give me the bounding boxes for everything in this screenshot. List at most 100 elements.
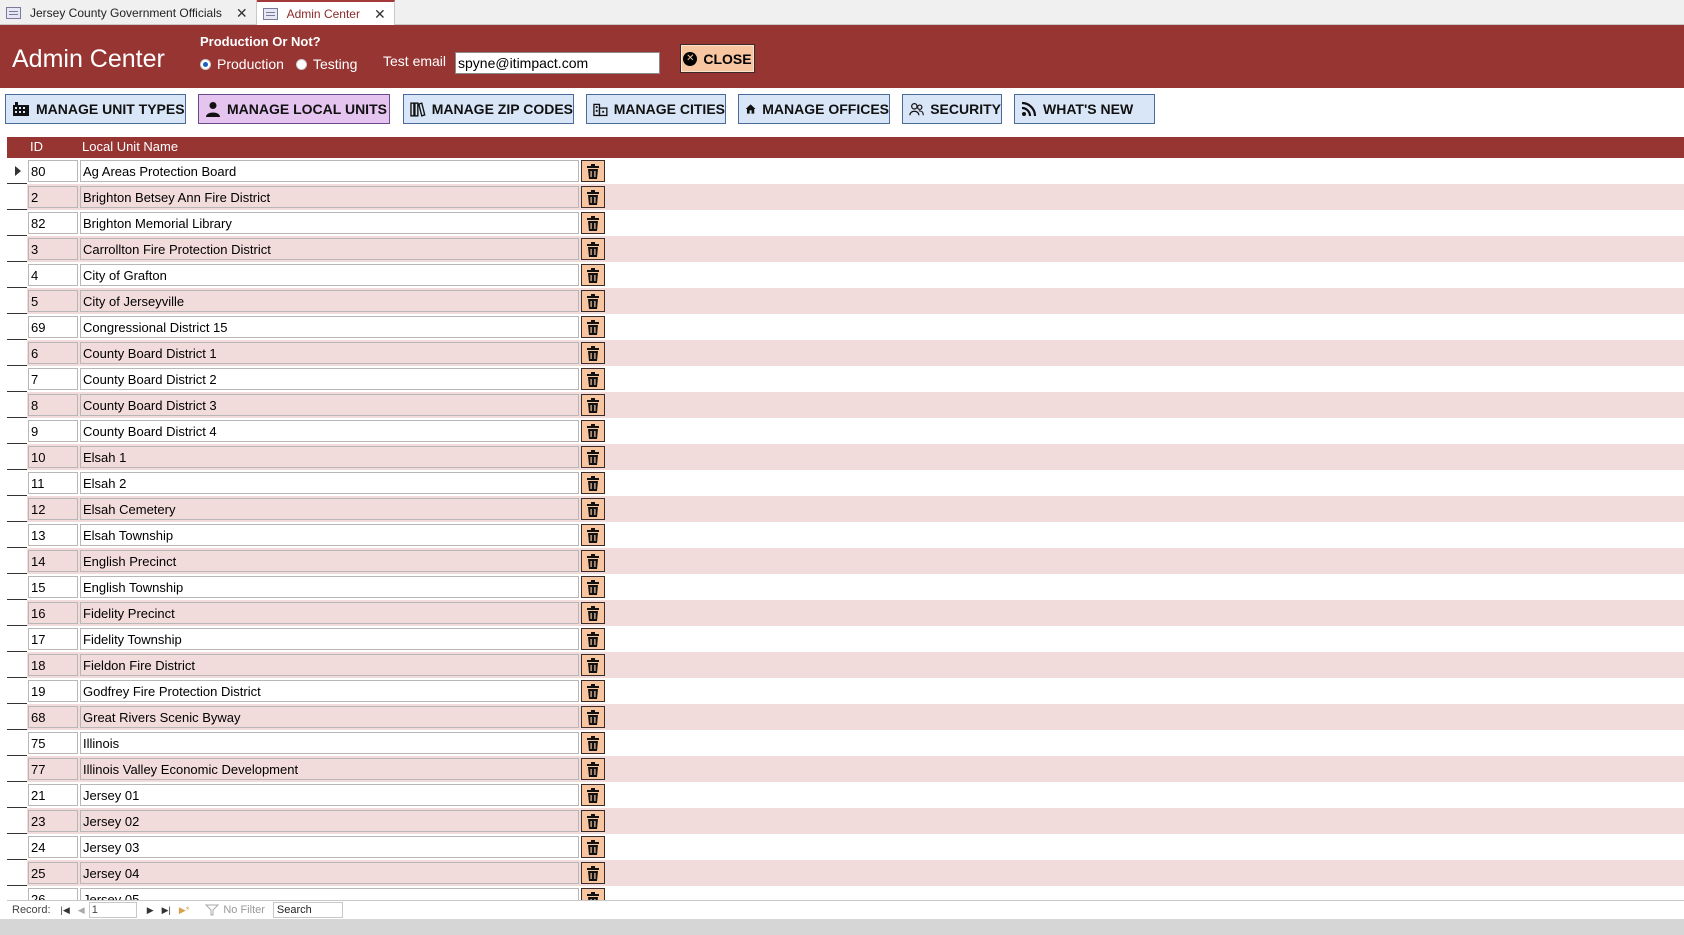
local-unit-name-cell[interactable]: County Board District 4 xyxy=(80,420,579,442)
close-icon[interactable]: ✕ xyxy=(374,7,386,21)
id-cell[interactable]: 24 xyxy=(28,836,78,858)
delete-button[interactable] xyxy=(581,602,605,624)
manage-cities-button[interactable]: MANAGE CITIES xyxy=(586,94,726,124)
id-cell[interactable]: 18 xyxy=(28,654,78,676)
delete-button[interactable] xyxy=(581,160,605,182)
id-cell[interactable]: 75 xyxy=(28,732,78,754)
record-selector[interactable] xyxy=(7,444,27,470)
local-unit-name-cell[interactable]: Ag Areas Protection Board xyxy=(80,160,579,182)
id-cell[interactable]: 6 xyxy=(28,342,78,364)
id-cell[interactable]: 80 xyxy=(28,160,78,182)
local-unit-name-cell[interactable]: Elsah 2 xyxy=(80,472,579,494)
manage-offices-button[interactable]: MANAGE OFFICES xyxy=(738,94,890,124)
local-unit-name-cell[interactable]: Godfrey Fire Protection District xyxy=(80,680,579,702)
id-cell[interactable]: 2 xyxy=(28,186,78,208)
local-unit-name-cell[interactable]: County Board District 3 xyxy=(80,394,579,416)
record-selector[interactable] xyxy=(7,314,27,340)
local-unit-name-cell[interactable]: Illinois xyxy=(80,732,579,754)
delete-button[interactable] xyxy=(581,888,605,900)
id-cell[interactable]: 21 xyxy=(28,784,78,806)
local-unit-name-cell[interactable]: County Board District 2 xyxy=(80,368,579,390)
next-record-icon[interactable]: ▶ xyxy=(147,905,154,916)
search-input[interactable]: Search xyxy=(272,902,343,918)
last-record-icon[interactable]: ▶| xyxy=(162,905,171,916)
tab-admin-center[interactable]: Admin Center ✕ xyxy=(256,0,395,26)
record-selector[interactable] xyxy=(7,288,27,314)
record-selector[interactable] xyxy=(7,236,27,262)
delete-button[interactable] xyxy=(581,784,605,806)
radio-production[interactable]: Production xyxy=(200,56,284,72)
delete-button[interactable] xyxy=(581,706,605,728)
delete-button[interactable] xyxy=(581,810,605,832)
id-cell[interactable]: 77 xyxy=(28,758,78,780)
id-cell[interactable]: 3 xyxy=(28,238,78,260)
id-cell[interactable]: 13 xyxy=(28,524,78,546)
record-selector[interactable] xyxy=(7,158,27,184)
local-unit-name-cell[interactable]: City of Jerseyville xyxy=(80,290,579,312)
local-unit-name-cell[interactable]: Brighton Memorial Library xyxy=(80,212,579,234)
record-selector[interactable] xyxy=(7,366,27,392)
record-selector[interactable] xyxy=(7,834,27,860)
delete-button[interactable] xyxy=(581,680,605,702)
record-selector[interactable] xyxy=(7,730,27,756)
local-unit-name-cell[interactable]: English Township xyxy=(80,576,579,598)
record-selector[interactable] xyxy=(7,782,27,808)
id-cell[interactable]: 23 xyxy=(28,810,78,832)
id-cell[interactable]: 8 xyxy=(28,394,78,416)
local-unit-name-cell[interactable]: Illinois Valley Economic Development xyxy=(80,758,579,780)
delete-button[interactable] xyxy=(581,498,605,520)
record-selector[interactable] xyxy=(7,652,27,678)
first-record-icon[interactable]: |◀ xyxy=(61,905,70,916)
radio-testing[interactable]: Testing xyxy=(296,56,357,72)
id-cell[interactable]: 5 xyxy=(28,290,78,312)
delete-button[interactable] xyxy=(581,862,605,884)
delete-button[interactable] xyxy=(581,732,605,754)
new-record-icon[interactable]: ▶* xyxy=(179,905,189,916)
tab-jersey-officials[interactable]: Jersey County Government Officials ✕ xyxy=(0,0,257,25)
delete-button[interactable] xyxy=(581,836,605,858)
record-selector[interactable] xyxy=(7,626,27,652)
record-selector[interactable] xyxy=(7,574,27,600)
delete-button[interactable] xyxy=(581,290,605,312)
local-unit-name-cell[interactable]: Elsah 1 xyxy=(80,446,579,468)
record-selector[interactable] xyxy=(7,262,27,288)
local-unit-name-cell[interactable]: English Precinct xyxy=(80,550,579,572)
id-cell[interactable]: 9 xyxy=(28,420,78,442)
manage-unit-types-button[interactable]: MANAGE UNIT TYPES xyxy=(5,94,186,124)
id-cell[interactable]: 15 xyxy=(28,576,78,598)
whats-new-button[interactable]: WHAT'S NEW xyxy=(1014,94,1155,124)
local-unit-name-cell[interactable]: Jersey 02 xyxy=(80,810,579,832)
local-unit-name-cell[interactable]: Fidelity Township xyxy=(80,628,579,650)
delete-button[interactable] xyxy=(581,368,605,390)
delete-button[interactable] xyxy=(581,524,605,546)
id-cell[interactable]: 4 xyxy=(28,264,78,286)
id-cell[interactable]: 69 xyxy=(28,316,78,338)
local-unit-name-cell[interactable]: Elsah Cemetery xyxy=(80,498,579,520)
record-selector[interactable] xyxy=(7,210,27,236)
test-email-field[interactable] xyxy=(455,52,660,74)
id-cell[interactable]: 14 xyxy=(28,550,78,572)
delete-button[interactable] xyxy=(581,420,605,442)
record-selector[interactable] xyxy=(7,678,27,704)
record-selector[interactable] xyxy=(7,496,27,522)
local-unit-name-cell[interactable]: Great Rivers Scenic Byway xyxy=(80,706,579,728)
id-cell[interactable]: 26 xyxy=(28,888,78,900)
delete-button[interactable] xyxy=(581,394,605,416)
close-icon[interactable]: ✕ xyxy=(236,6,248,20)
local-unit-name-cell[interactable]: Jersey 01 xyxy=(80,784,579,806)
id-cell[interactable]: 10 xyxy=(28,446,78,468)
delete-button[interactable] xyxy=(581,550,605,572)
local-unit-name-cell[interactable]: Jersey 04 xyxy=(80,862,579,884)
record-selector[interactable] xyxy=(7,340,27,366)
delete-button[interactable] xyxy=(581,186,605,208)
local-unit-name-cell[interactable]: Jersey 03 xyxy=(80,836,579,858)
record-selector[interactable] xyxy=(7,184,27,210)
delete-button[interactable] xyxy=(581,446,605,468)
manage-local-units-button[interactable]: MANAGE LOCAL UNITS xyxy=(198,94,390,124)
local-unit-name-cell[interactable]: Jersey 05 xyxy=(80,888,579,900)
delete-button[interactable] xyxy=(581,654,605,676)
record-selector[interactable] xyxy=(7,392,27,418)
record-selector[interactable] xyxy=(7,522,27,548)
local-unit-name-cell[interactable]: Brighton Betsey Ann Fire District xyxy=(80,186,579,208)
local-unit-name-cell[interactable]: Fidelity Precinct xyxy=(80,602,579,624)
